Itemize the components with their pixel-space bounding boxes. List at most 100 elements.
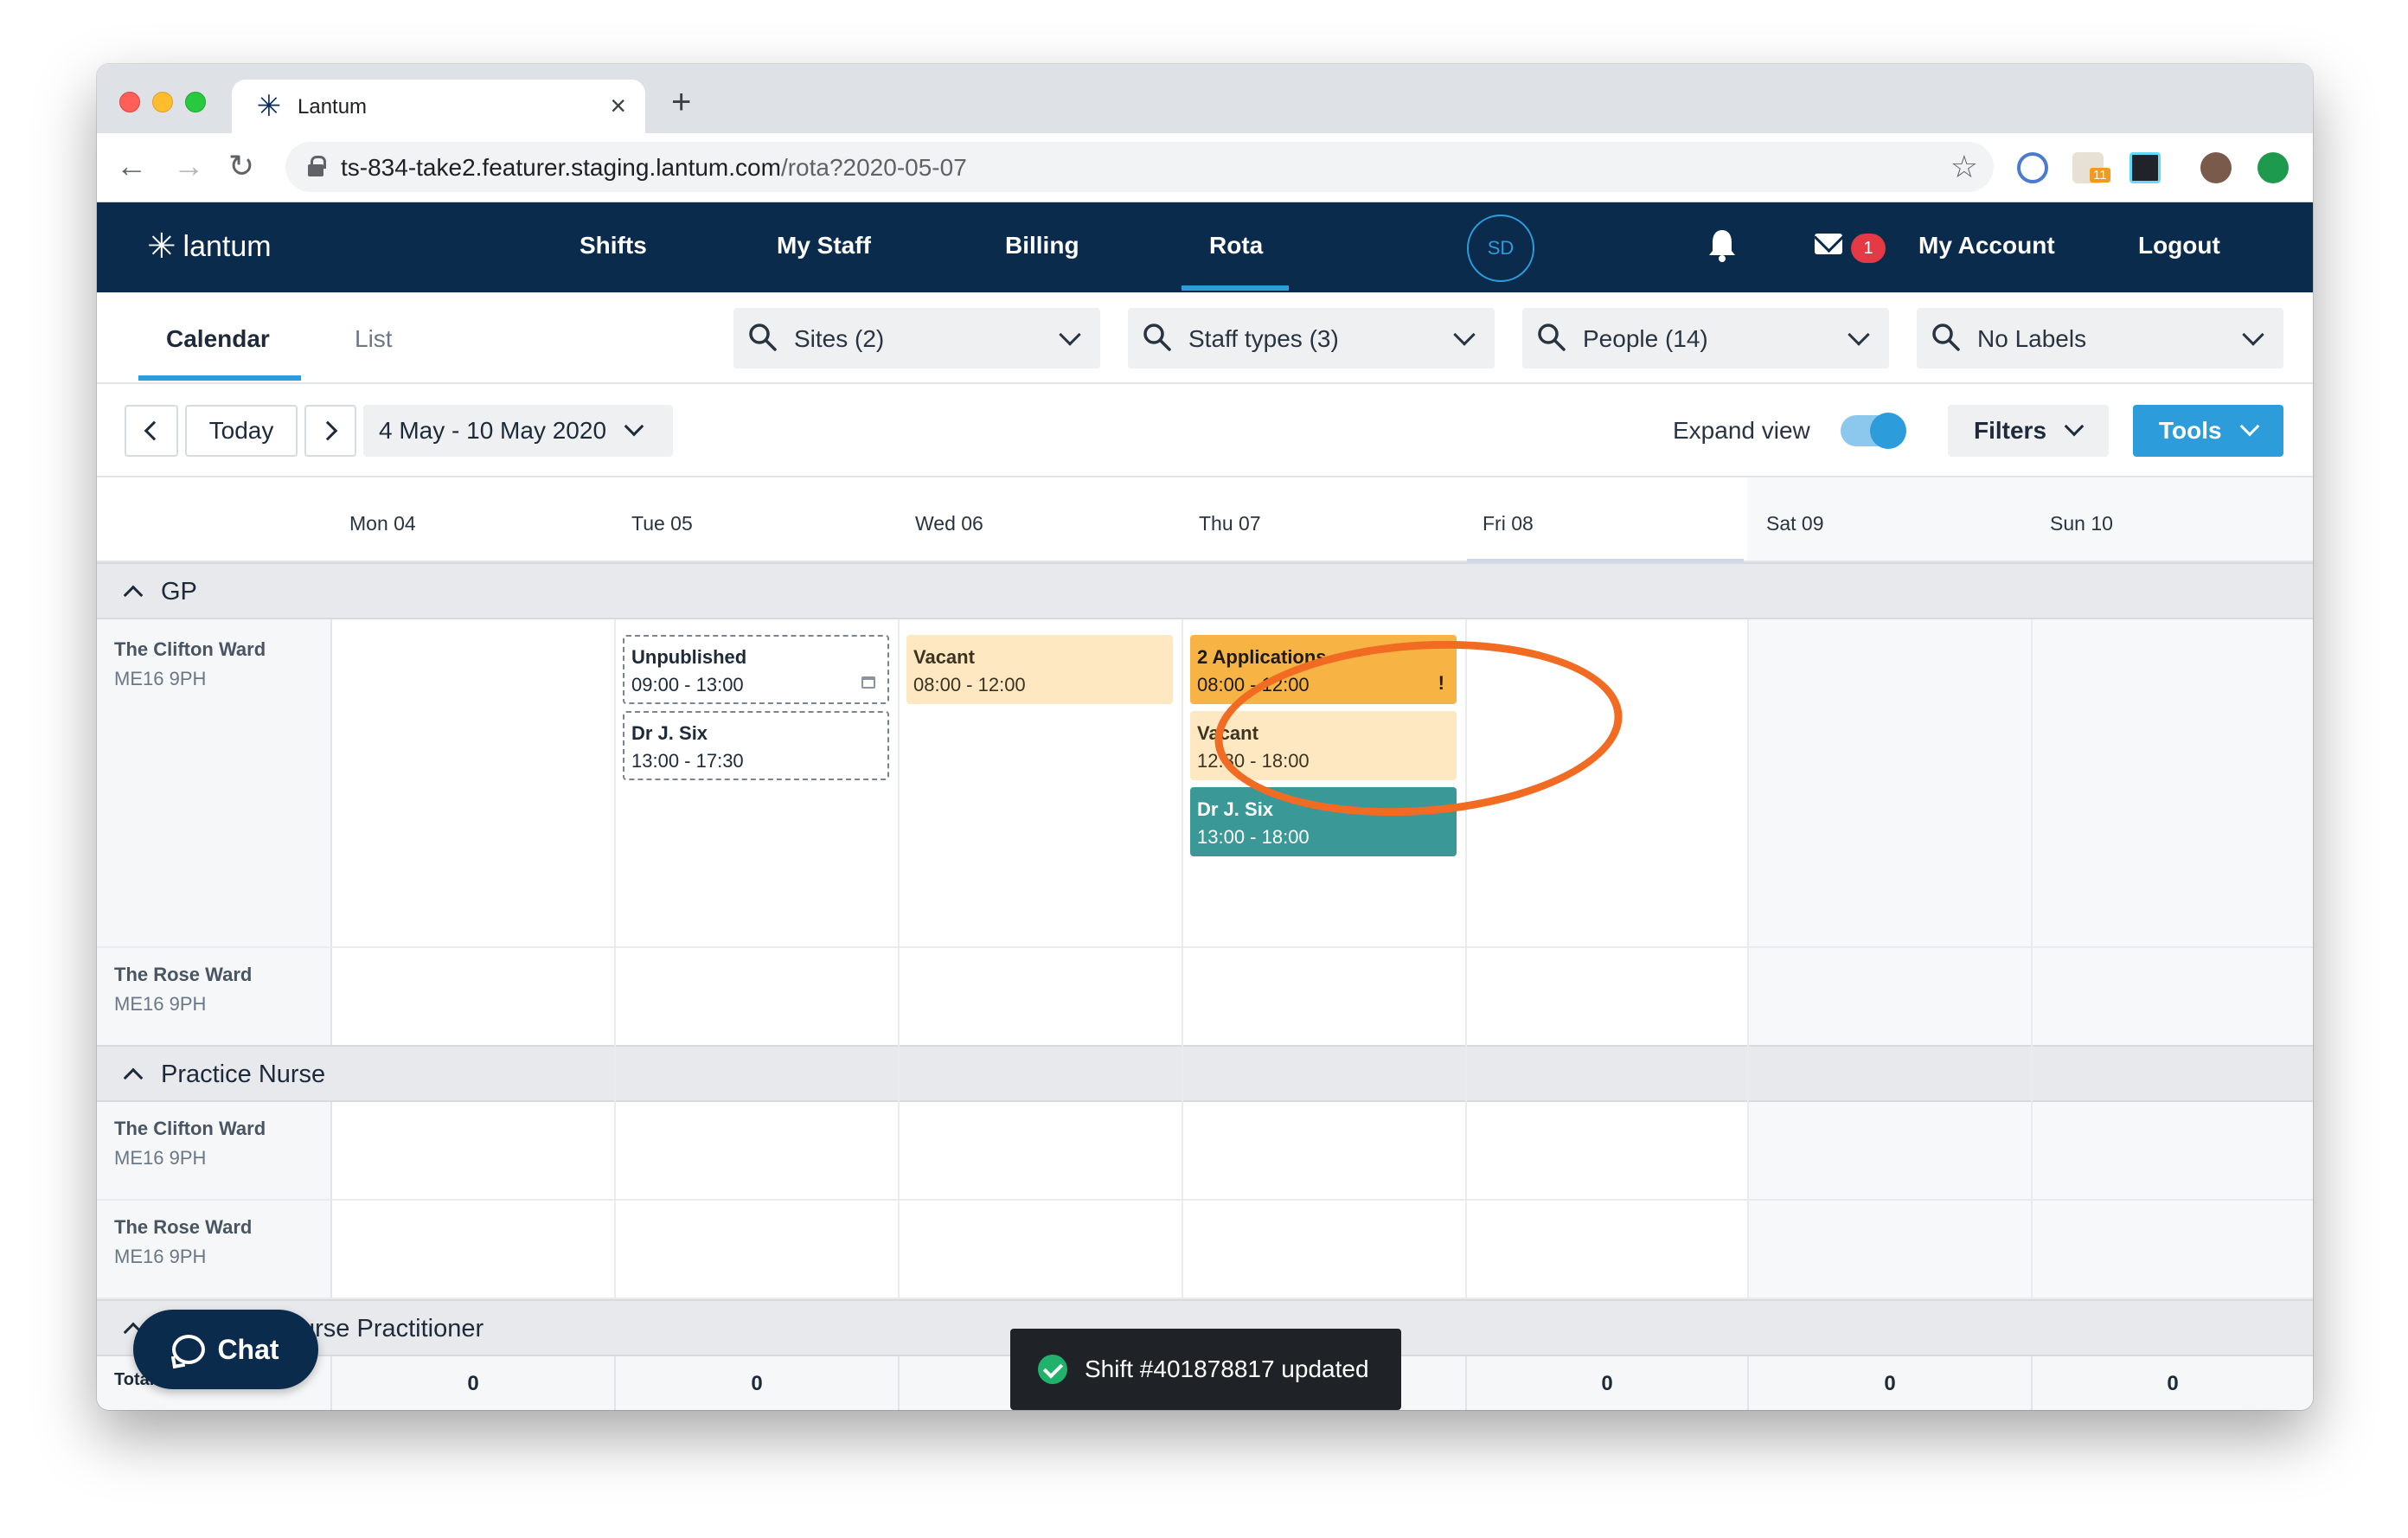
expand-view-toggle[interactable] — [1841, 413, 1906, 449]
lantum-logo[interactable]: ✳ lantum — [147, 227, 272, 266]
app-header: ✳ lantum Shifts My Staff Billing Rota SD… — [97, 202, 2313, 292]
mail-count-badge: 1 — [1851, 234, 1886, 263]
group-header-gp[interactable]: GP — [97, 562, 2313, 619]
chevron-down-icon — [1059, 324, 1081, 346]
ward-row: The Rose Ward ME16 9PH — [97, 948, 2313, 1048]
mail-icon[interactable] — [1815, 234, 1842, 254]
day-header: Tue 05 — [631, 512, 693, 535]
group-header-practice-nurse[interactable]: Practice Nurse — [97, 1045, 2313, 1102]
previous-week-button[interactable] — [125, 405, 178, 457]
total-cell: 0 — [1747, 1356, 2031, 1410]
chevron-down-icon — [2064, 416, 2085, 437]
lock-icon — [308, 156, 326, 176]
browser-tabstrip: ✳ Lantum × + — [97, 64, 2313, 133]
weekend-shade — [1747, 948, 2313, 1047]
active-nav-indicator — [1182, 285, 1289, 291]
ward-row: The Rose Ward ME16 9PH — [97, 1201, 2313, 1299]
day-divider — [614, 619, 616, 1299]
search-icon — [1538, 324, 1566, 351]
lantum-favicon-icon: ✳ — [256, 90, 282, 123]
tab-title: Lantum — [298, 95, 368, 119]
nav-my-staff[interactable]: My Staff — [777, 232, 871, 260]
staff-types-filter[interactable]: Staff types (3) — [1128, 308, 1495, 368]
tab-close-icon[interactable]: × — [610, 90, 626, 121]
react-devtools-icon[interactable] — [2129, 152, 2161, 183]
search-icon — [1932, 324, 1960, 351]
reload-icon[interactable]: ↻ — [228, 149, 254, 183]
toast-notification: Shift #401878817 updated — [1010, 1329, 1401, 1410]
nav-shifts[interactable]: Shifts — [580, 232, 647, 260]
chevron-down-icon — [2239, 416, 2259, 437]
ward-label: The Clifton Ward ME16 9PH — [97, 619, 332, 946]
filters-button[interactable]: Filters — [1948, 405, 2109, 457]
total-cell: 0 — [2031, 1356, 2313, 1410]
chevron-up-icon — [123, 585, 144, 606]
profile-avatar[interactable] — [2200, 152, 2232, 183]
shift-card-vacant[interactable]: Vacant 08:00 - 12:00 — [906, 635, 1173, 704]
total-cell: 0 — [330, 1356, 614, 1410]
date-range-picker[interactable]: 4 May - 10 May 2020 — [363, 405, 673, 457]
chevron-down-icon — [624, 416, 644, 437]
extension-badge: 11 — [2090, 168, 2110, 183]
shift-card-unpublished[interactable]: Dr J. Six 13:00 - 17:30 — [623, 711, 889, 780]
day-divider — [2031, 619, 2033, 1299]
nav-billing[interactable]: Billing — [1005, 232, 1079, 260]
chevron-left-icon — [144, 420, 164, 441]
date-controls: Today 4 May - 10 May 2020 Expand view Fi… — [97, 384, 2313, 477]
today-button[interactable]: Today — [185, 405, 298, 457]
ward-row: The Clifton Ward ME16 9PH — [97, 1102, 2313, 1201]
weekend-shade — [1747, 1102, 2313, 1199]
url-field[interactable]: ts-834-take2.featurer.staging.lantum.com… — [285, 142, 1994, 192]
calendar-day-header: Mon 04 Tue 05 Wed 06 Thu 07 Fri 08 Sat 0… — [97, 477, 2313, 562]
total-cell: 0 — [1465, 1356, 1747, 1410]
check-circle-icon — [1038, 1355, 1067, 1384]
bell-icon[interactable] — [1707, 228, 1737, 263]
chevron-down-icon — [1453, 324, 1476, 346]
labels-filter[interactable]: No Labels — [1917, 308, 2283, 368]
minimize-window-button[interactable] — [152, 92, 173, 112]
people-filter[interactable]: People (14) — [1522, 308, 1889, 368]
day-header: Sat 09 — [1766, 512, 1824, 535]
next-week-button[interactable] — [304, 405, 356, 457]
forward-arrow-icon[interactable]: → — [173, 149, 204, 183]
chat-button[interactable]: Chat — [133, 1310, 318, 1389]
my-account-link[interactable]: My Account — [1918, 232, 2055, 260]
weekend-shade — [1747, 1201, 2313, 1298]
address-bar: ← → ↻ ts-834-take2.featurer.staging.lant… — [97, 133, 2313, 202]
expand-view-label: Expand view — [1673, 417, 1810, 444]
chevron-down-icon — [2242, 324, 2264, 346]
tools-button[interactable]: Tools — [2133, 405, 2283, 457]
day-divider — [1182, 619, 1183, 1299]
search-icon — [1143, 324, 1171, 351]
day-header: Thu 07 — [1199, 512, 1261, 535]
update-icon[interactable] — [2258, 152, 2289, 183]
day-header: Fri 08 — [1483, 512, 1534, 535]
chevron-right-icon — [317, 420, 338, 441]
day-header: Sun 10 — [2050, 512, 2113, 535]
close-window-button[interactable] — [119, 92, 140, 112]
shift-card-unpublished[interactable]: Unpublished 09:00 - 13:00 — [623, 635, 889, 704]
view-toolbar: Calendar List Sites (2) Staff types (3) … — [97, 292, 2313, 384]
ward-label: The Rose Ward ME16 9PH — [97, 1201, 332, 1298]
back-arrow-icon[interactable]: ← — [116, 149, 147, 183]
bookmark-star-icon[interactable]: ☆ — [1950, 149, 1978, 185]
day-divider — [898, 619, 900, 1299]
day-header: Mon 04 — [349, 512, 416, 535]
nav-rota[interactable]: Rota — [1209, 232, 1263, 260]
new-tab-button[interactable]: + — [671, 85, 691, 119]
tab-calendar[interactable]: Calendar — [166, 325, 270, 353]
active-tab-indicator — [138, 375, 301, 381]
day-divider — [1747, 619, 1749, 1299]
maximize-window-button[interactable] — [185, 92, 206, 112]
sites-filter[interactable]: Sites (2) — [733, 308, 1100, 368]
browser-window: ✳ Lantum × + ← → ↻ ts-834-take2.featurer… — [97, 64, 2313, 1410]
chat-bubble-icon — [172, 1335, 206, 1364]
logout-link[interactable]: Logout — [2138, 232, 2220, 260]
user-avatar[interactable]: SD — [1467, 215, 1534, 282]
total-cell: 0 — [614, 1356, 898, 1410]
chevron-up-icon — [123, 1067, 144, 1088]
extension-icon[interactable] — [2017, 152, 2048, 183]
browser-tab[interactable]: ✳ Lantum × — [232, 80, 645, 133]
day-header: Wed 06 — [915, 512, 983, 535]
tab-list[interactable]: List — [355, 325, 393, 353]
